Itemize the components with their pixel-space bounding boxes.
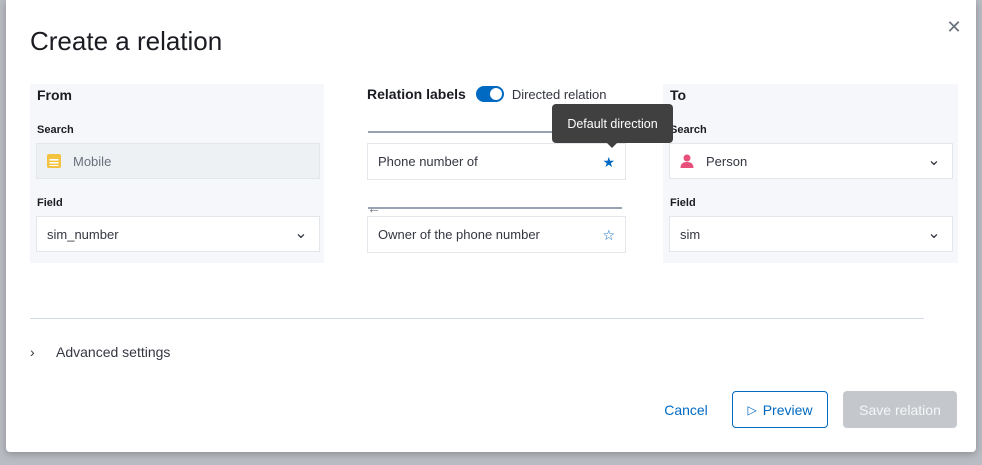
advanced-settings-label: Advanced settings — [56, 344, 171, 360]
from-field-select[interactable]: sim_number ⌄ — [36, 216, 320, 252]
to-search-select[interactable]: Person ⌄ — [669, 143, 953, 179]
chevron-down-icon: ⌄ — [294, 225, 308, 242]
arrow-left-icon: ← — [367, 200, 381, 216]
from-search-value: Mobile — [73, 153, 112, 169]
star-filled-icon[interactable]: ★ — [602, 155, 615, 169]
star-outline-icon[interactable]: ☆ — [602, 228, 615, 242]
default-direction-tooltip: Default direction — [552, 104, 673, 148]
backward-arrow-line — [368, 207, 622, 209]
backward-label-input[interactable]: Owner of the phone number ☆ — [367, 216, 626, 253]
chevron-right-icon: › — [30, 344, 35, 360]
chevron-down-icon: ⌄ — [927, 152, 941, 169]
to-field-select[interactable]: sim ⌄ — [669, 216, 953, 252]
backward-label-value: Owner of the phone number — [378, 227, 540, 242]
from-field-label: Field — [37, 197, 63, 209]
dialog-title: Create a relation — [30, 26, 223, 56]
save-relation-button[interactable]: Save relation — [843, 391, 957, 428]
chevron-down-icon: ⌄ — [927, 225, 941, 242]
relation-labels-title: Relation labels — [367, 86, 466, 102]
close-icon[interactable]: ✕ — [945, 18, 963, 36]
forward-label-input[interactable]: Phone number of ★ — [367, 143, 626, 180]
to-field-label: Field — [670, 197, 696, 209]
divider — [30, 318, 924, 319]
from-search-label: Search — [37, 124, 74, 136]
to-title: To — [670, 87, 687, 103]
from-panel: From Search Mobile Field sim_number ⌄ — [30, 84, 324, 263]
to-search-value: Person — [706, 153, 748, 169]
from-field-value: sim_number — [47, 226, 119, 242]
preview-button[interactable]: ▷ Preview — [732, 391, 828, 428]
to-panel: To Search Person ⌄ Field sim ⌄ — [663, 84, 958, 263]
play-icon: ▷ — [747, 402, 757, 417]
forward-label-value: Phone number of — [378, 154, 478, 169]
relation-labels-header: Relation labels Directed relation — [367, 86, 606, 102]
create-relation-dialog: ✕ Create a relation From Search Mobile F… — [6, 0, 976, 452]
cancel-button[interactable]: Cancel — [654, 391, 718, 428]
from-title: From — [37, 87, 72, 103]
person-icon — [680, 154, 694, 168]
mobile-type-icon — [47, 154, 61, 168]
preview-label: Preview — [762, 401, 813, 418]
directed-relation-toggle[interactable] — [475, 86, 504, 102]
to-search-label: Search — [670, 124, 707, 136]
directed-relation-label: Directed relation — [511, 86, 607, 102]
from-search-input[interactable]: Mobile — [36, 143, 320, 179]
to-field-value: sim — [680, 226, 701, 242]
advanced-settings-toggle[interactable]: › Advanced settings — [30, 344, 170, 360]
toggle-knob — [489, 88, 502, 100]
